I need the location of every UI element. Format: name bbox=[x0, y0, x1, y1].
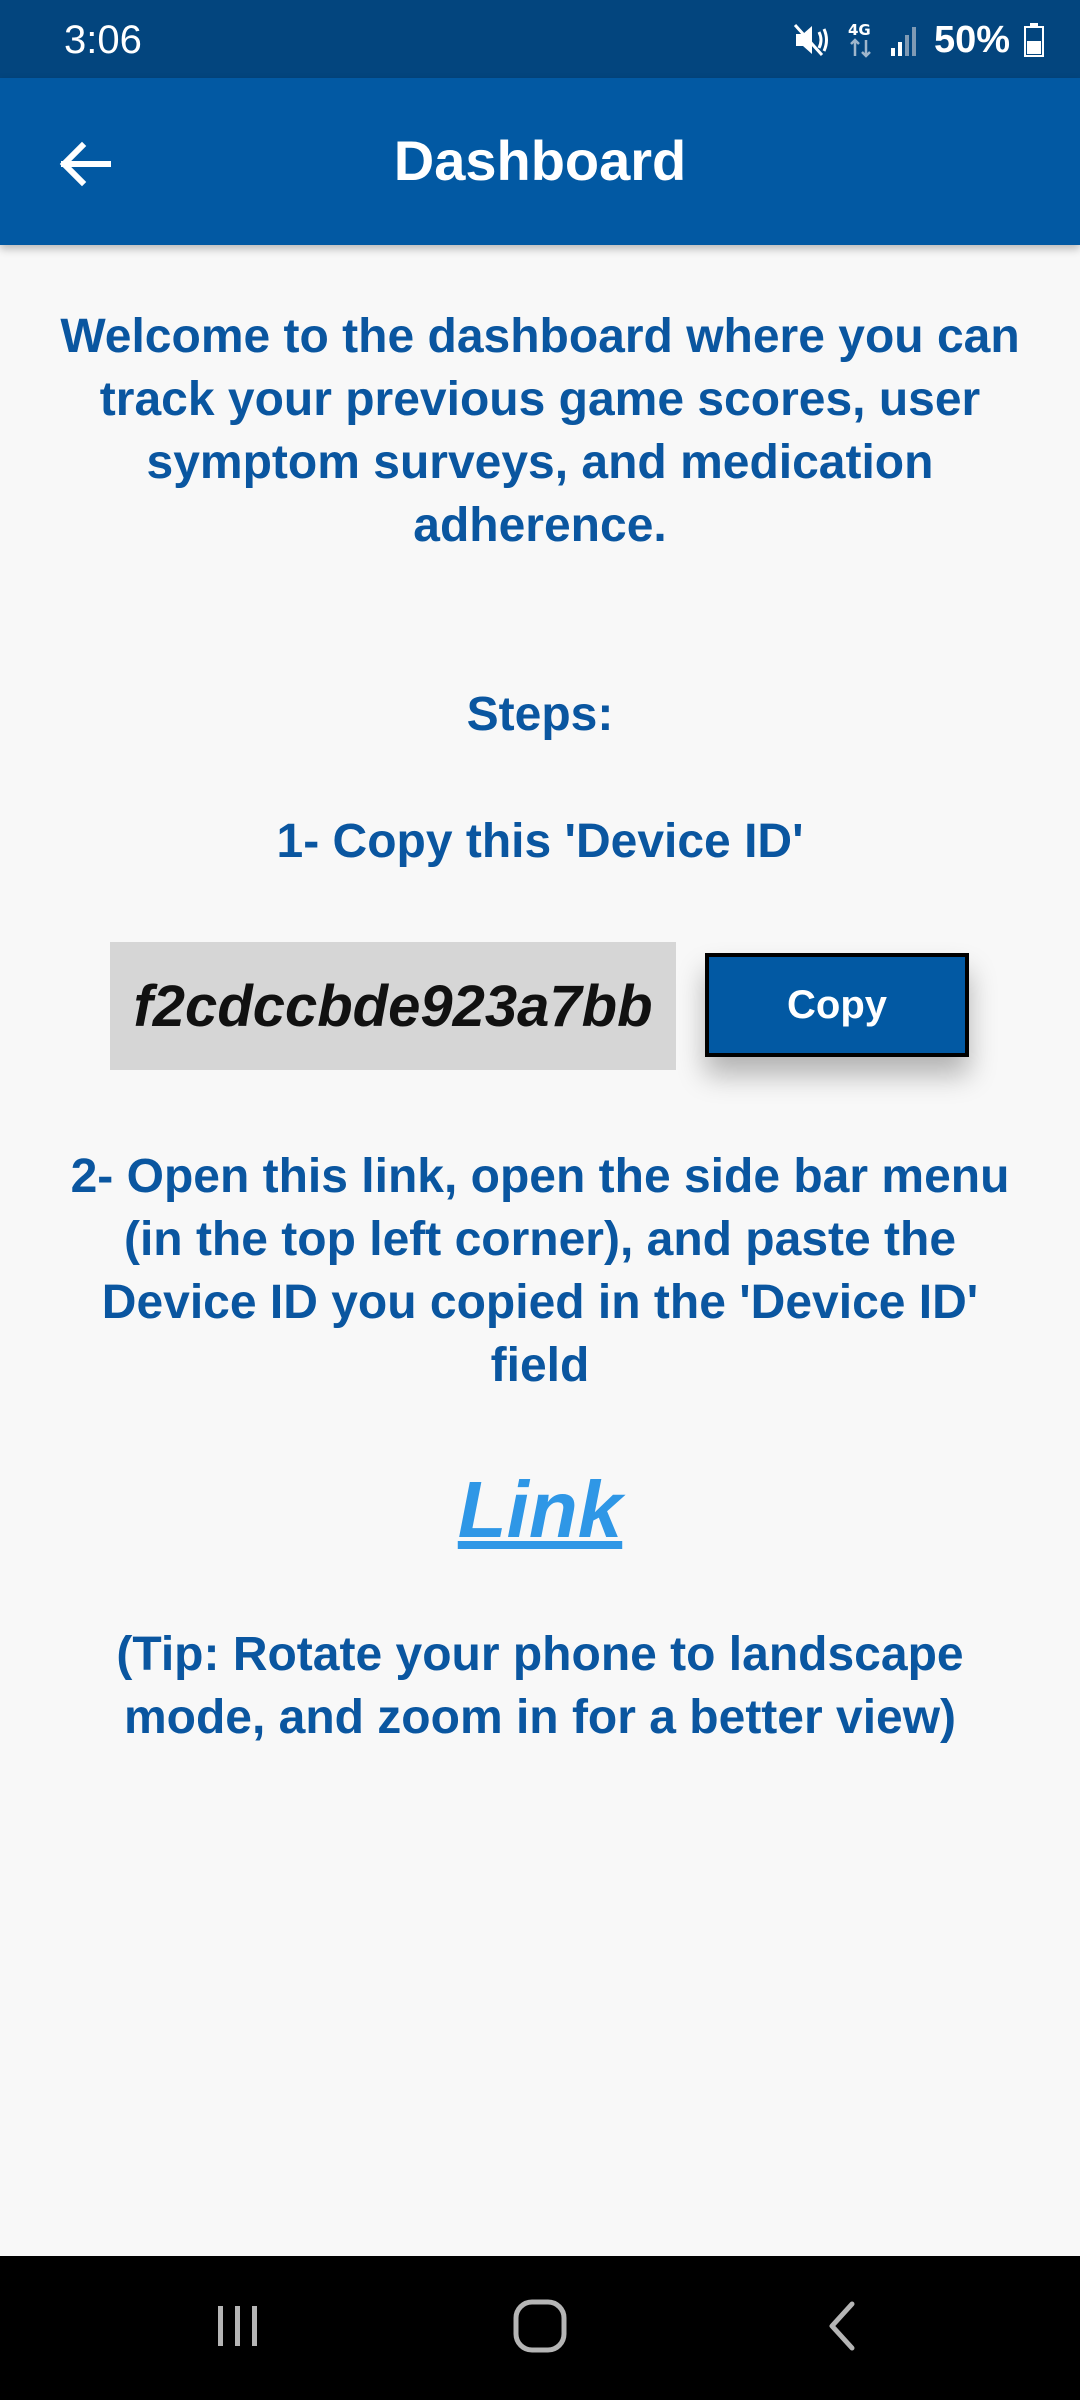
home-icon bbox=[510, 2296, 570, 2361]
navigation-bar bbox=[0, 2256, 1080, 2400]
dashboard-link[interactable]: Link bbox=[0, 1460, 1080, 1560]
status-time: 3:06 bbox=[64, 18, 142, 62]
page-title: Dashboard bbox=[393, 129, 687, 192]
app-bar: Dashboard bbox=[0, 78, 1080, 245]
step-2-text: 2- Open this link, open the side bar men… bbox=[70, 1150, 1010, 1392]
signal-icon bbox=[890, 24, 920, 56]
home-button[interactable] bbox=[480, 2292, 600, 2364]
status-icons: 4G 50% bbox=[792, 18, 1044, 62]
back-icon bbox=[818, 2298, 866, 2359]
welcome-text: Welcome to the dashboard where you can t… bbox=[60, 310, 1020, 552]
copy-button[interactable]: Copy bbox=[705, 953, 969, 1057]
recent-apps-button[interactable] bbox=[178, 2292, 298, 2364]
svg-text:4G: 4G bbox=[848, 21, 871, 39]
screen: 3:06 4G 50% Dashboard Welcome to the das… bbox=[0, 0, 1080, 2400]
step-1-text: 1- Copy this 'Device ID' bbox=[276, 815, 804, 868]
tip-text: (Tip: Rotate your phone to landscape mod… bbox=[116, 1628, 964, 1744]
status-bar: 3:06 4G 50% bbox=[0, 0, 1080, 78]
mute-vibrate-icon bbox=[792, 22, 832, 58]
battery-percent: 50% bbox=[933, 19, 1010, 61]
system-back-button[interactable] bbox=[782, 2292, 902, 2364]
battery-icon bbox=[1024, 23, 1044, 57]
device-id-field: f2cdccbde923a7bb bbox=[110, 942, 676, 1070]
steps-heading: Steps: bbox=[466, 688, 614, 741]
recent-apps-icon bbox=[210, 2298, 266, 2359]
4g-data-icon: 4G bbox=[846, 20, 876, 60]
